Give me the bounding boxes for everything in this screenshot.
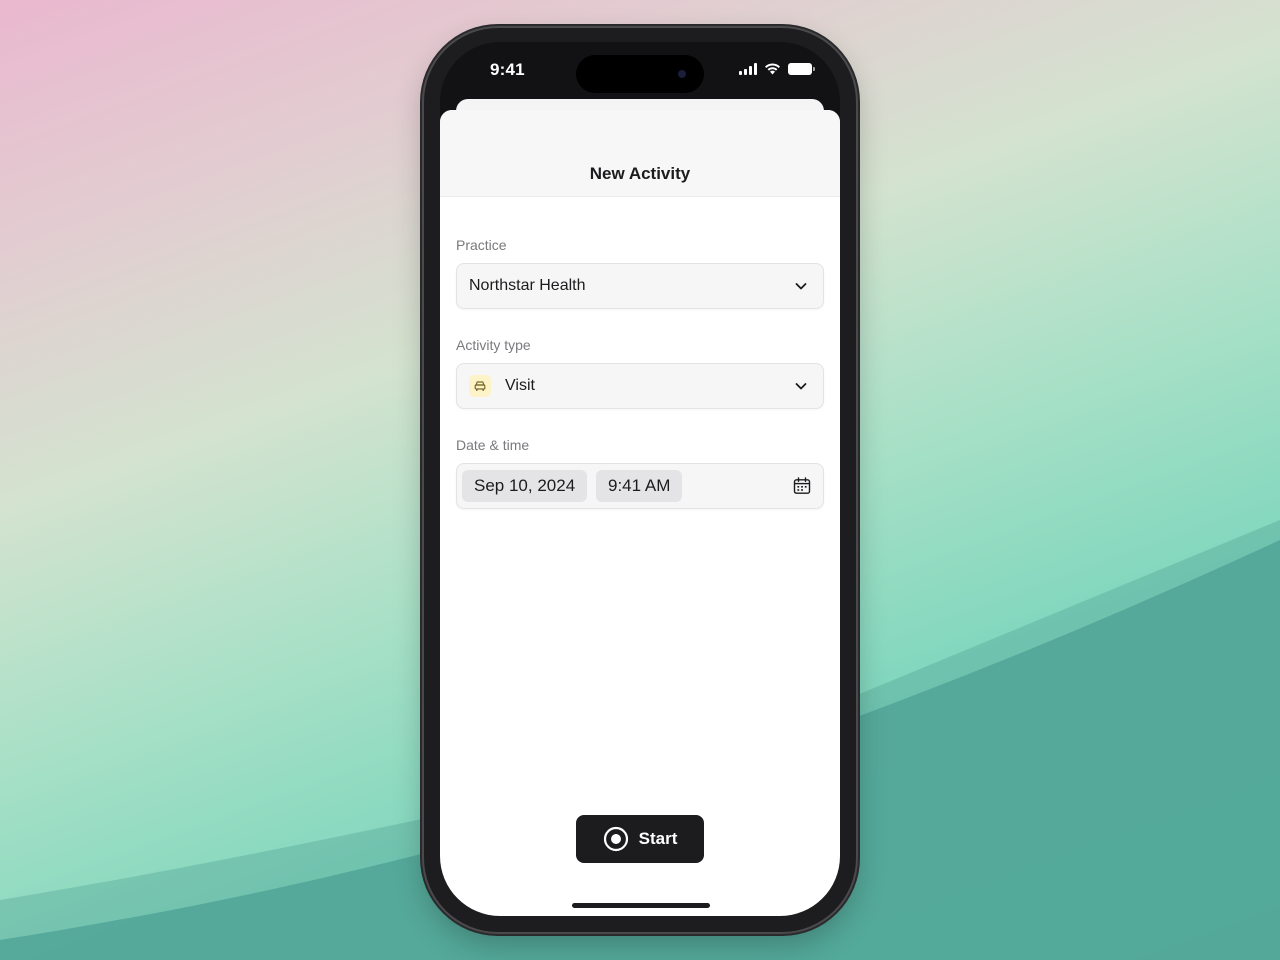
- cellular-signal-icon: [739, 63, 757, 75]
- status-time: 9:41: [490, 60, 525, 79]
- activity-type-label: Activity type: [456, 337, 531, 353]
- battery-icon: [788, 63, 815, 75]
- car-icon: [469, 375, 491, 397]
- time-pill[interactable]: 9:41 AM: [596, 470, 683, 502]
- practice-value: Northstar Health: [469, 277, 586, 294]
- sheet-header: New Activity: [440, 110, 840, 197]
- calendar-icon[interactable]: [793, 477, 811, 495]
- practice-label: Practice: [456, 237, 507, 253]
- phone-screen: 9:41 New Activity Practice Northstar Hea…: [440, 42, 840, 916]
- datetime-field: Sep 10, 2024 9:41 AM: [456, 463, 824, 509]
- chevron-down-icon: [795, 283, 807, 290]
- sheet-title: New Activity: [589, 164, 691, 183]
- practice-select[interactable]: Northstar Health: [456, 263, 824, 309]
- date-pill[interactable]: Sep 10, 2024: [462, 470, 588, 502]
- dynamic-island: [576, 55, 704, 93]
- wifi-icon: [765, 63, 780, 75]
- activity-type-select[interactable]: Visit: [456, 363, 824, 409]
- home-indicator[interactable]: [572, 903, 710, 908]
- datetime-label: Date & time: [456, 437, 530, 453]
- chevron-down-icon: [795, 383, 807, 390]
- start-button[interactable]: Start: [576, 815, 704, 863]
- new-activity-sheet: New Activity Practice Northstar Health A…: [440, 110, 840, 916]
- phone-frame: 9:41 New Activity Practice Northstar Hea…: [424, 28, 856, 932]
- status-bar: 9:41: [440, 42, 840, 100]
- camera-icon: [678, 70, 686, 78]
- start-button-label: Start: [638, 829, 678, 848]
- record-icon: [603, 826, 628, 852]
- status-icons: [739, 62, 815, 76]
- activity-type-value: Visit: [505, 377, 535, 394]
